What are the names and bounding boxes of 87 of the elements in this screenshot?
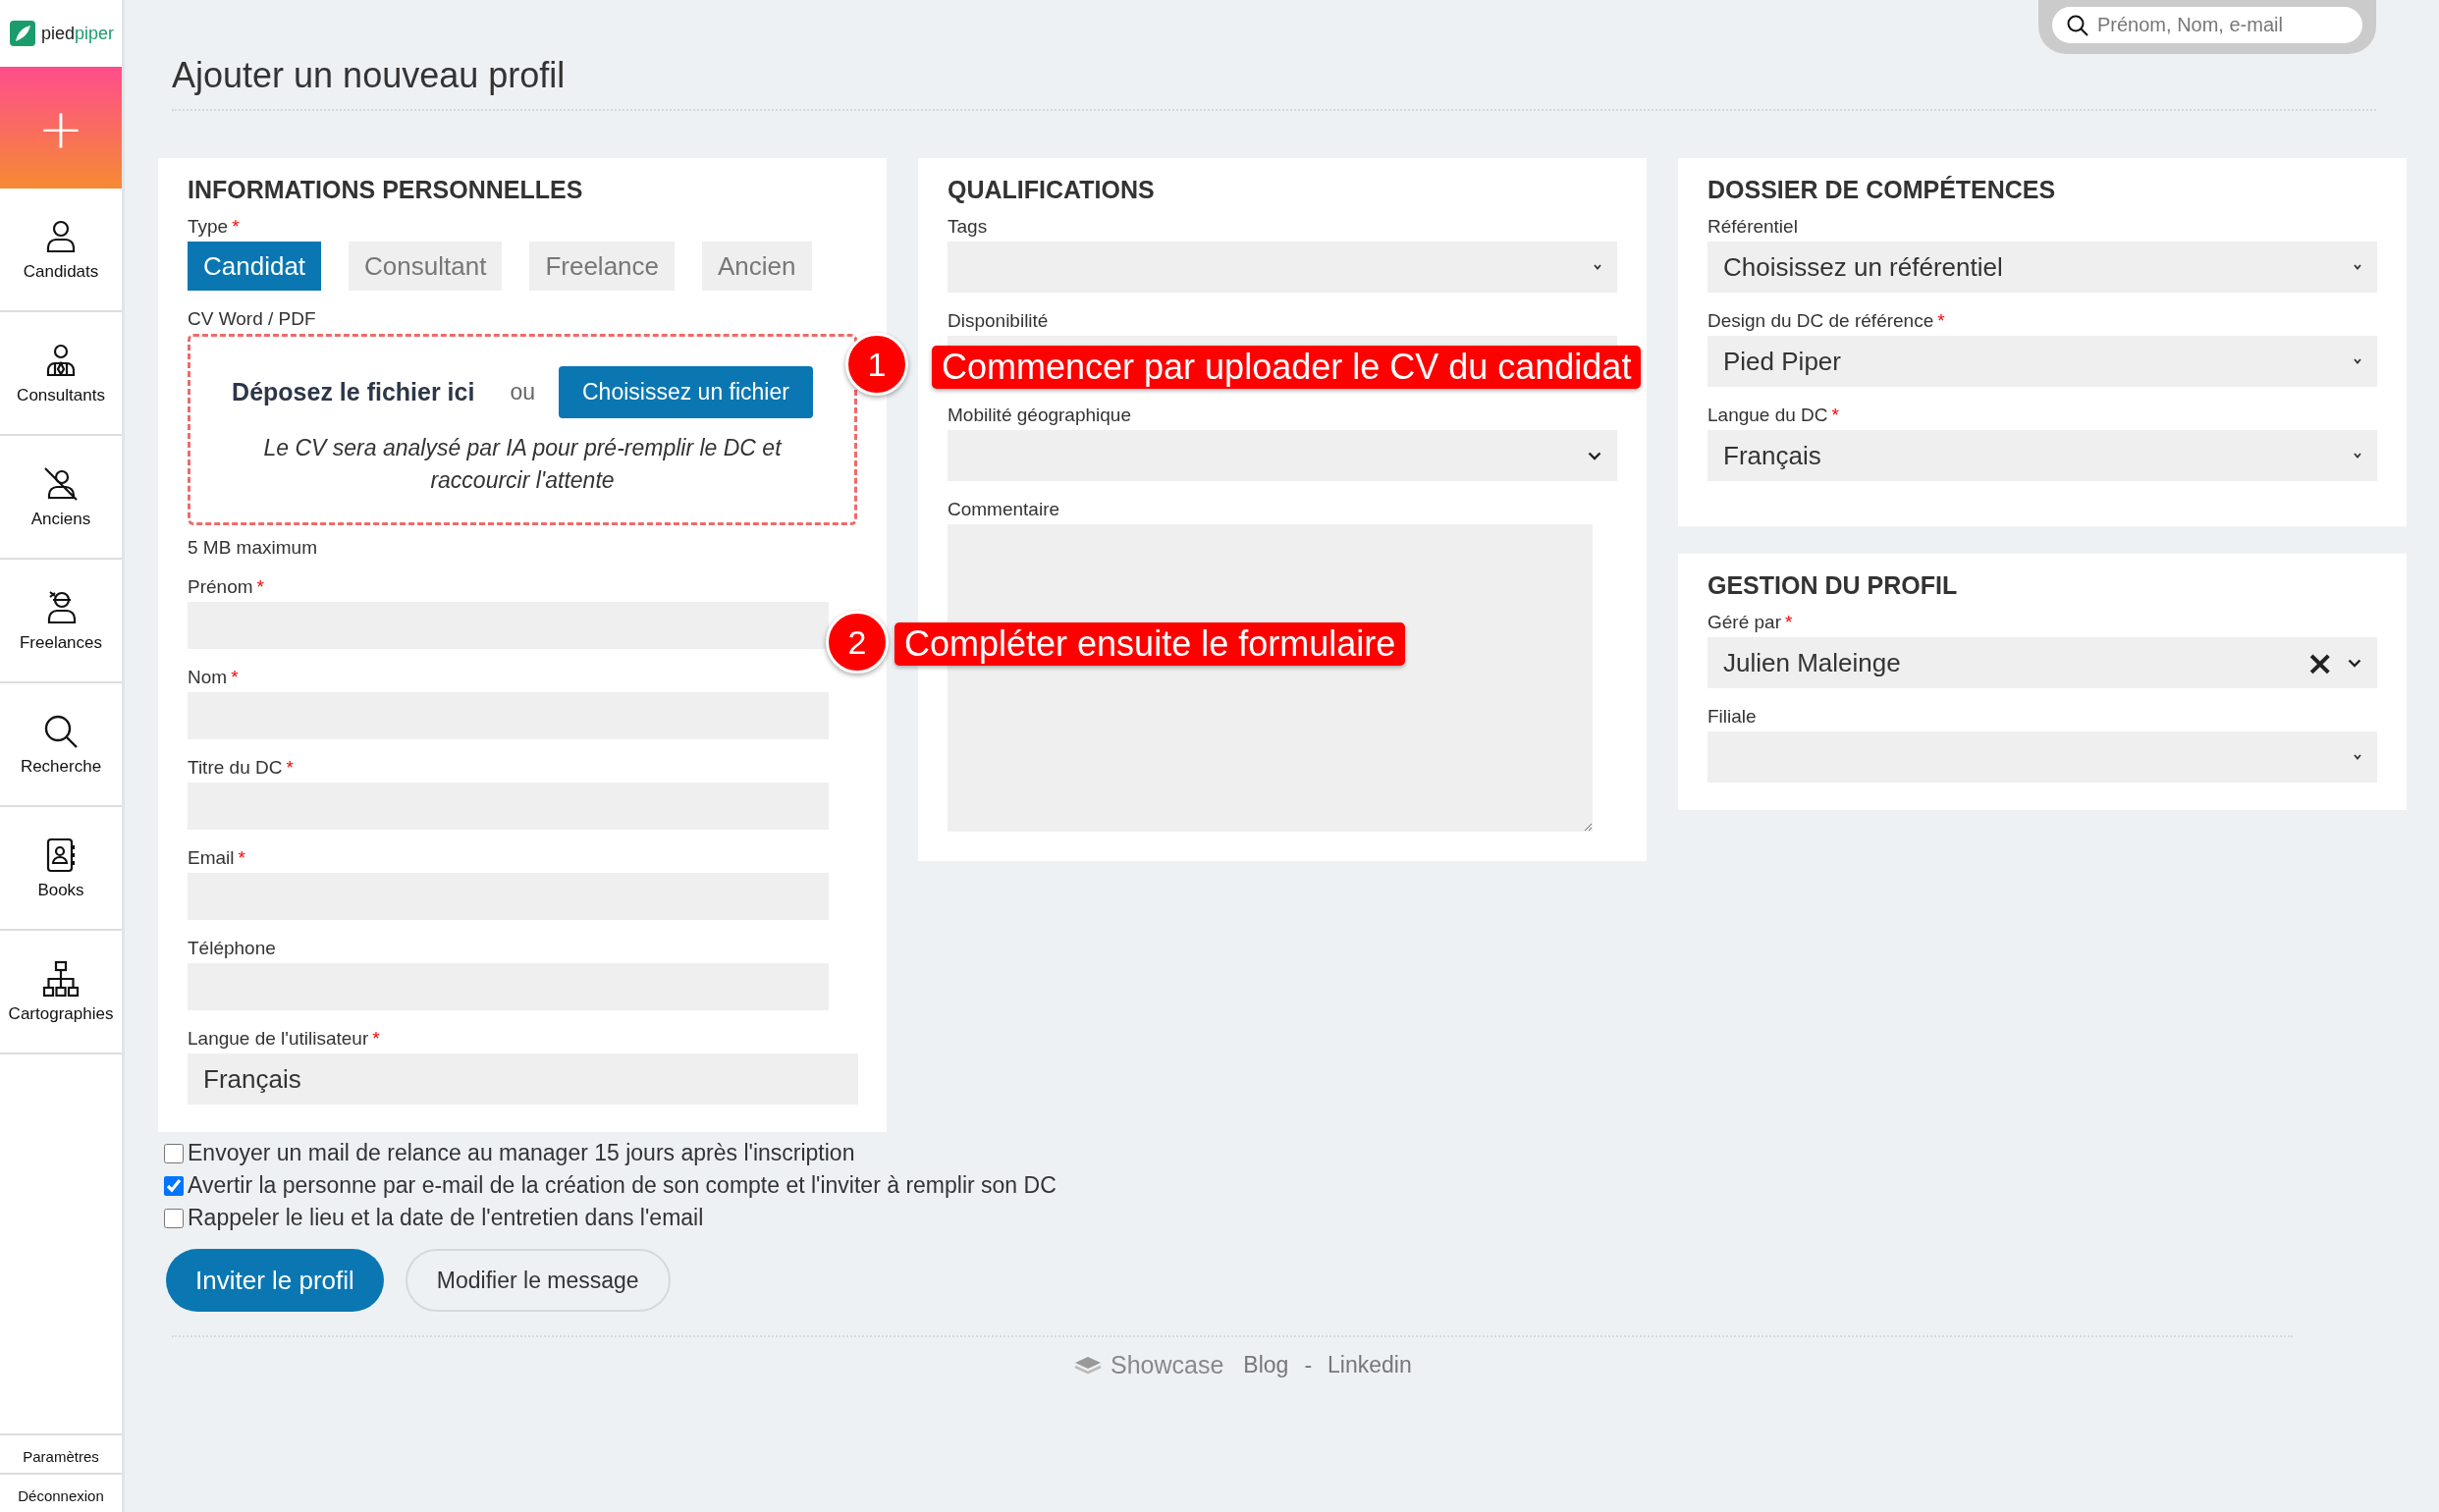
field-label: Type (188, 216, 229, 238)
card-title: QUALIFICATIONS (948, 176, 1156, 204)
size-note: 5 MB maximum (188, 537, 318, 559)
drop-hint: Le CV sera analysé par IA pour pré-remplir le DC et raccourcir l'attente (262, 434, 784, 495)
sidebar-item[interactable]: Candidats (0, 189, 122, 312)
select-field[interactable]: Pied Piper (1707, 336, 2377, 387)
field-label: Email (188, 847, 235, 869)
field-label: Langue de l'utilisateur (188, 1028, 369, 1050)
type-tab[interactable]: Candidat (188, 242, 322, 291)
or-text: ou (510, 379, 535, 405)
field-label: Filiale (1707, 706, 1757, 728)
field-label: Titre du DC (188, 757, 283, 779)
required-mark: * (286, 757, 294, 779)
type-tab[interactable]: Consultant (349, 242, 503, 291)
sidebar-link[interactable]: Déconnexion (0, 1479, 122, 1512)
sidebar-item[interactable]: Anciens (0, 436, 122, 560)
sidebar-item[interactable]: Books (0, 807, 122, 931)
search-field[interactable]: Prénom, Nom, e-mail (2052, 7, 2362, 43)
select-field[interactable] (948, 242, 1617, 293)
chevron-down-icon (2348, 658, 2361, 668)
sidebar-item[interactable]: Freelances (0, 560, 122, 683)
checkbox-label: Avertir la personne par e-mail de la création de son compte et l'inviter à remplir son DC (188, 1172, 1057, 1199)
required-mark: * (238, 847, 245, 869)
field-label: Téléphone (188, 938, 276, 959)
caret-down-icon (2354, 358, 2361, 364)
field-label: Prénom (188, 576, 253, 598)
drop-zone[interactable]: Déposez le fichier ici ou Choisissez un fichier Le CV sera analysé par IA pour pré-remplir le DC et raccourcir l'attente (188, 334, 857, 525)
field-label: Nom (188, 667, 228, 688)
caret-down-icon (2354, 453, 2361, 459)
text-field[interactable] (188, 602, 829, 649)
required-mark: * (232, 216, 240, 238)
card-title: GESTION DU PROFIL (1707, 571, 1959, 600)
sidebar-item[interactable]: Cartographies (0, 931, 122, 1054)
sidebar-item[interactable]: Recherche (0, 683, 122, 807)
checkbox-label: Envoyer un mail de relance au manager 15 jours après l'inscription (188, 1140, 855, 1166)
annotation-tooltip: Commencer par uploader le CV du candidat (932, 346, 1642, 389)
link-separator: - (1304, 1352, 1313, 1378)
clear-icon[interactable]: × (2305, 643, 2334, 682)
checkbox-label: Rappeler le lieu et la date de l'entretien dans l'email (188, 1205, 704, 1231)
required-mark: * (1831, 405, 1839, 426)
type-tab[interactable]: Freelance (529, 242, 675, 291)
select-field[interactable]: Julien Maleinge × (1707, 637, 2377, 688)
caret-down-icon (2354, 754, 2361, 760)
required-mark: * (256, 576, 264, 598)
step-number-badge: 1 (845, 333, 908, 396)
search-icon (2066, 14, 2089, 37)
field-label: Langue du DC (1707, 405, 1828, 426)
type-tab[interactable]: Ancien (702, 242, 812, 291)
invite-button[interactable]: Inviter le profil (166, 1249, 384, 1312)
field-label: Disponibilité (948, 310, 1049, 332)
field-label: CV Word / PDF (188, 308, 316, 330)
required-mark: * (1785, 612, 1793, 633)
choose-file-button[interactable]: Choisissez un fichier (559, 366, 813, 418)
card-title: DOSSIER DE COMPÉTENCES (1707, 176, 2057, 204)
checkbox[interactable] (164, 1208, 184, 1228)
brand-name: piedpiper (41, 23, 115, 44)
field-label: Commentaire (948, 499, 1060, 520)
required-mark: * (1937, 310, 1945, 332)
org-chart-icon (41, 959, 81, 999)
caret-down-icon (2354, 264, 2361, 270)
language-field[interactable]: Français (188, 1053, 858, 1105)
footer-link[interactable]: Linkedin (1328, 1352, 1412, 1378)
select-field[interactable]: Français (1707, 430, 2377, 481)
field-label: Géré par (1707, 612, 1781, 633)
sidebar-link[interactable]: Paramètres (0, 1439, 122, 1475)
chevron-down-icon (1588, 451, 1601, 460)
select-field[interactable]: Choisissez un référentiel (1707, 242, 2377, 293)
stack-icon (1073, 1354, 1103, 1377)
edit-message-button[interactable]: Modifier le message (405, 1249, 671, 1312)
annotation-tooltip: Compléter ensuite le formulaire (894, 622, 1406, 666)
footer-link[interactable]: Blog (1243, 1352, 1289, 1378)
field-label: Design du DC de référence (1707, 310, 1934, 332)
field-label: Tags (948, 216, 988, 238)
card-title: INFORMATIONS PERSONNELLES (188, 176, 584, 204)
leaf-logo-icon (10, 21, 35, 46)
page-title: Ajouter un nouveau profil (172, 54, 567, 97)
checkbox[interactable] (164, 1143, 184, 1163)
required-mark: * (231, 667, 239, 688)
select-field[interactable] (1707, 731, 2377, 783)
caret-down-icon (1594, 264, 1601, 270)
drop-text: Déposez le fichier ici (232, 378, 475, 406)
required-mark: * (372, 1028, 380, 1050)
field-label: Mobilité géographique (948, 405, 1131, 426)
sidebar-item[interactable]: Consultants (0, 312, 122, 436)
field-label: Référentiel (1707, 216, 1798, 238)
checkbox[interactable] (164, 1175, 184, 1196)
select-field[interactable] (948, 430, 1617, 481)
